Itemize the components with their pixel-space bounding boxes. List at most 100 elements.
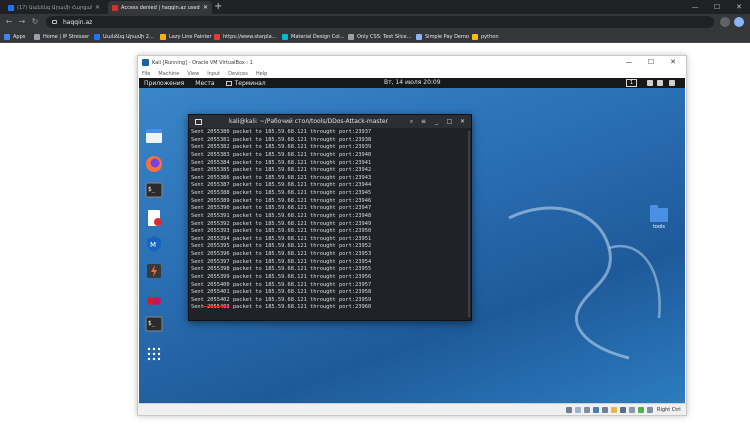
search-icon[interactable]: ⌕: [407, 117, 416, 126]
hdd-icon[interactable]: [566, 407, 572, 413]
lazy-line-icon: [160, 33, 166, 40]
terminal-line: Sent 2055385 packet to 185.59.68.121 thr…: [191, 167, 372, 174]
kali-desktop: Приложения Места Терминал Вт, 14 июля 20…: [139, 78, 685, 403]
terminal-icon: [225, 80, 232, 86]
power-icon[interactable]: [669, 80, 675, 86]
minimize-button[interactable]: —: [684, 0, 706, 14]
bookmark-item[interactable]: Simple Pay Demo: [416, 32, 469, 41]
terminal-scrollbar[interactable]: [468, 131, 470, 317]
new-tab-button[interactable]: +: [214, 2, 222, 12]
menu-input[interactable]: Input: [207, 71, 220, 77]
terminal-line: Sent 2055403 packet to 185.59.68.121 thr…: [191, 304, 372, 311]
workspace-indicator[interactable]: 1: [626, 79, 637, 87]
metasploit-icon[interactable]: M: [144, 234, 164, 254]
svg-text:M: M: [150, 241, 156, 249]
profile-avatar[interactable]: [734, 17, 744, 27]
page-icon: [34, 33, 40, 40]
tab-close-icon[interactable]: ✕: [203, 4, 208, 11]
virtualbox-statusbar: Right Ctrl: [138, 403, 686, 415]
tab-title: Access denied | haqqin.az used C: [121, 4, 200, 11]
optical-drive-icon[interactable]: [575, 407, 581, 413]
terminal-line: Sent 2055397 packet to 185.59.68.121 thr…: [191, 258, 372, 265]
bookmark-item[interactable]: Lazy Line Painter: [160, 32, 212, 41]
facebook-icon: [8, 4, 14, 11]
menu-icon[interactable]: ≡: [419, 117, 428, 126]
terminal-app-menu[interactable]: Терминал: [225, 80, 266, 87]
minimize-icon[interactable]: _: [432, 117, 441, 126]
audio-icon[interactable]: [584, 407, 590, 413]
browser-tab-active[interactable]: Access denied | haqqin.az used C ✕: [108, 1, 212, 14]
virtualbox-title: Kali [Running] - Oracle VM VirtualBox : …: [152, 59, 253, 66]
bookmark-item[interactable]: Material Design Col...: [282, 32, 344, 41]
reload-button[interactable]: ↻: [30, 17, 40, 27]
usb-icon[interactable]: [602, 407, 608, 413]
forward-button[interactable]: →: [17, 17, 27, 27]
terminal-line: Sent 2055399 packet to 185.59.68.121 thr…: [191, 273, 372, 280]
firefox-icon[interactable]: [144, 154, 164, 174]
bookmark-item[interactable]: https://www.starpla...: [214, 32, 276, 41]
terminal-line: Sent 2055393 packet to 185.59.68.121 thr…: [191, 228, 372, 235]
terminal-line: Sent 2055390 packet to 185.59.68.121 thr…: [191, 205, 372, 212]
svg-text:$_: $_: [148, 186, 156, 193]
bookmark-item[interactable]: Only CSS: Text Slice...: [348, 32, 411, 41]
maximize-icon[interactable]: □: [445, 117, 454, 126]
vm-close-button[interactable]: ✕: [666, 56, 680, 69]
desktop-folder-tools[interactable]: tools: [648, 205, 670, 230]
bookmark-item[interactable]: Աանձնգ Արամի 2...: [94, 32, 154, 41]
close-window-button[interactable]: ✕: [728, 0, 750, 14]
address-bar[interactable]: haqqin.az: [46, 16, 714, 28]
menu-file[interactable]: File: [142, 71, 150, 77]
terminal-app-icon-running[interactable]: $_: [144, 314, 164, 334]
bookmark-item[interactable]: Apps: [4, 32, 25, 41]
gnome-top-bar: Приложения Места Терминал Вт, 14 июля 20…: [139, 78, 685, 88]
bookmark-item[interactable]: python: [472, 32, 499, 41]
files-app-icon[interactable]: [144, 126, 164, 146]
vm-maximize-button[interactable]: ☐: [644, 56, 658, 69]
menu-view[interactable]: View: [187, 71, 199, 77]
extension-icon[interactable]: [720, 17, 730, 27]
maximize-button[interactable]: ☐: [706, 0, 728, 14]
lock-icon: [52, 20, 57, 24]
terminal-output[interactable]: Sent 2055380 packet to 185.59.68.121 thr…: [191, 129, 467, 319]
tab-title: (17) Աանձնգ Արամի Հարցանումը: [17, 4, 92, 11]
terminal-icon: [195, 118, 202, 125]
recording-icon[interactable]: [629, 407, 635, 413]
terminal-line: Sent 2055402 packet to 185.59.68.121 thr…: [191, 296, 372, 303]
tab-close-icon[interactable]: ✕: [95, 4, 100, 11]
terminal-line: Sent 2055383 packet to 185.59.68.121 thr…: [191, 151, 372, 158]
menu-devices[interactable]: Devices: [228, 71, 248, 77]
menu-help[interactable]: Help: [256, 71, 267, 77]
shared-folder-icon[interactable]: [611, 407, 617, 413]
close-icon[interactable]: ✕: [458, 117, 467, 126]
starplay-icon: [214, 33, 220, 40]
virtualbox-menubar: File Machine View Input Devices Help: [138, 69, 686, 78]
menu-machine[interactable]: Machine: [158, 71, 179, 77]
browser-tab-strip: (17) Աանձնգ Արամի Հարցանումը ✕ Access de…: [0, 0, 750, 14]
svg-text:$_: $_: [148, 320, 156, 327]
terminal-line: Sent 2055382 packet to 185.59.68.121 thr…: [191, 144, 372, 151]
terminal-line: Sent 2055387 packet to 185.59.68.121 thr…: [191, 182, 372, 189]
cherry-icon[interactable]: [144, 288, 164, 308]
cpu-icon[interactable]: [638, 407, 644, 413]
volume-icon[interactable]: [657, 80, 663, 86]
network-adapter-icon[interactable]: [593, 407, 599, 413]
terminal-title: kali@kali: ~/Рабочий стол/tools/DDos-Att…: [229, 118, 389, 125]
clock[interactable]: Вт, 14 июля 20:09: [384, 78, 441, 88]
back-button[interactable]: ←: [4, 17, 14, 27]
terminal-line: Sent 2055394 packet to 185.59.68.121 thr…: [191, 235, 372, 242]
mouse-integration-icon[interactable]: [647, 407, 653, 413]
virtualbox-icon: [142, 59, 149, 66]
browser-tab[interactable]: (17) Աանձնգ Արամի Հարցանումը ✕: [4, 1, 104, 14]
vm-minimize-button[interactable]: —: [622, 56, 636, 69]
show-applications-icon[interactable]: [144, 344, 164, 364]
network-icon[interactable]: [647, 80, 653, 86]
text-editor-icon[interactable]: [144, 208, 164, 228]
applications-menu[interactable]: Приложения: [144, 80, 184, 87]
site-favicon-icon: [112, 4, 118, 11]
display-icon[interactable]: [620, 407, 626, 413]
burpsuite-icon[interactable]: [144, 261, 164, 281]
places-menu[interactable]: Места: [195, 80, 214, 87]
terminal-app-icon[interactable]: $_: [144, 180, 164, 200]
terminal-line: Sent 2055401 packet to 185.59.68.121 thr…: [191, 289, 372, 296]
bookmark-item[interactable]: Home | IP Stresser: [34, 32, 89, 41]
